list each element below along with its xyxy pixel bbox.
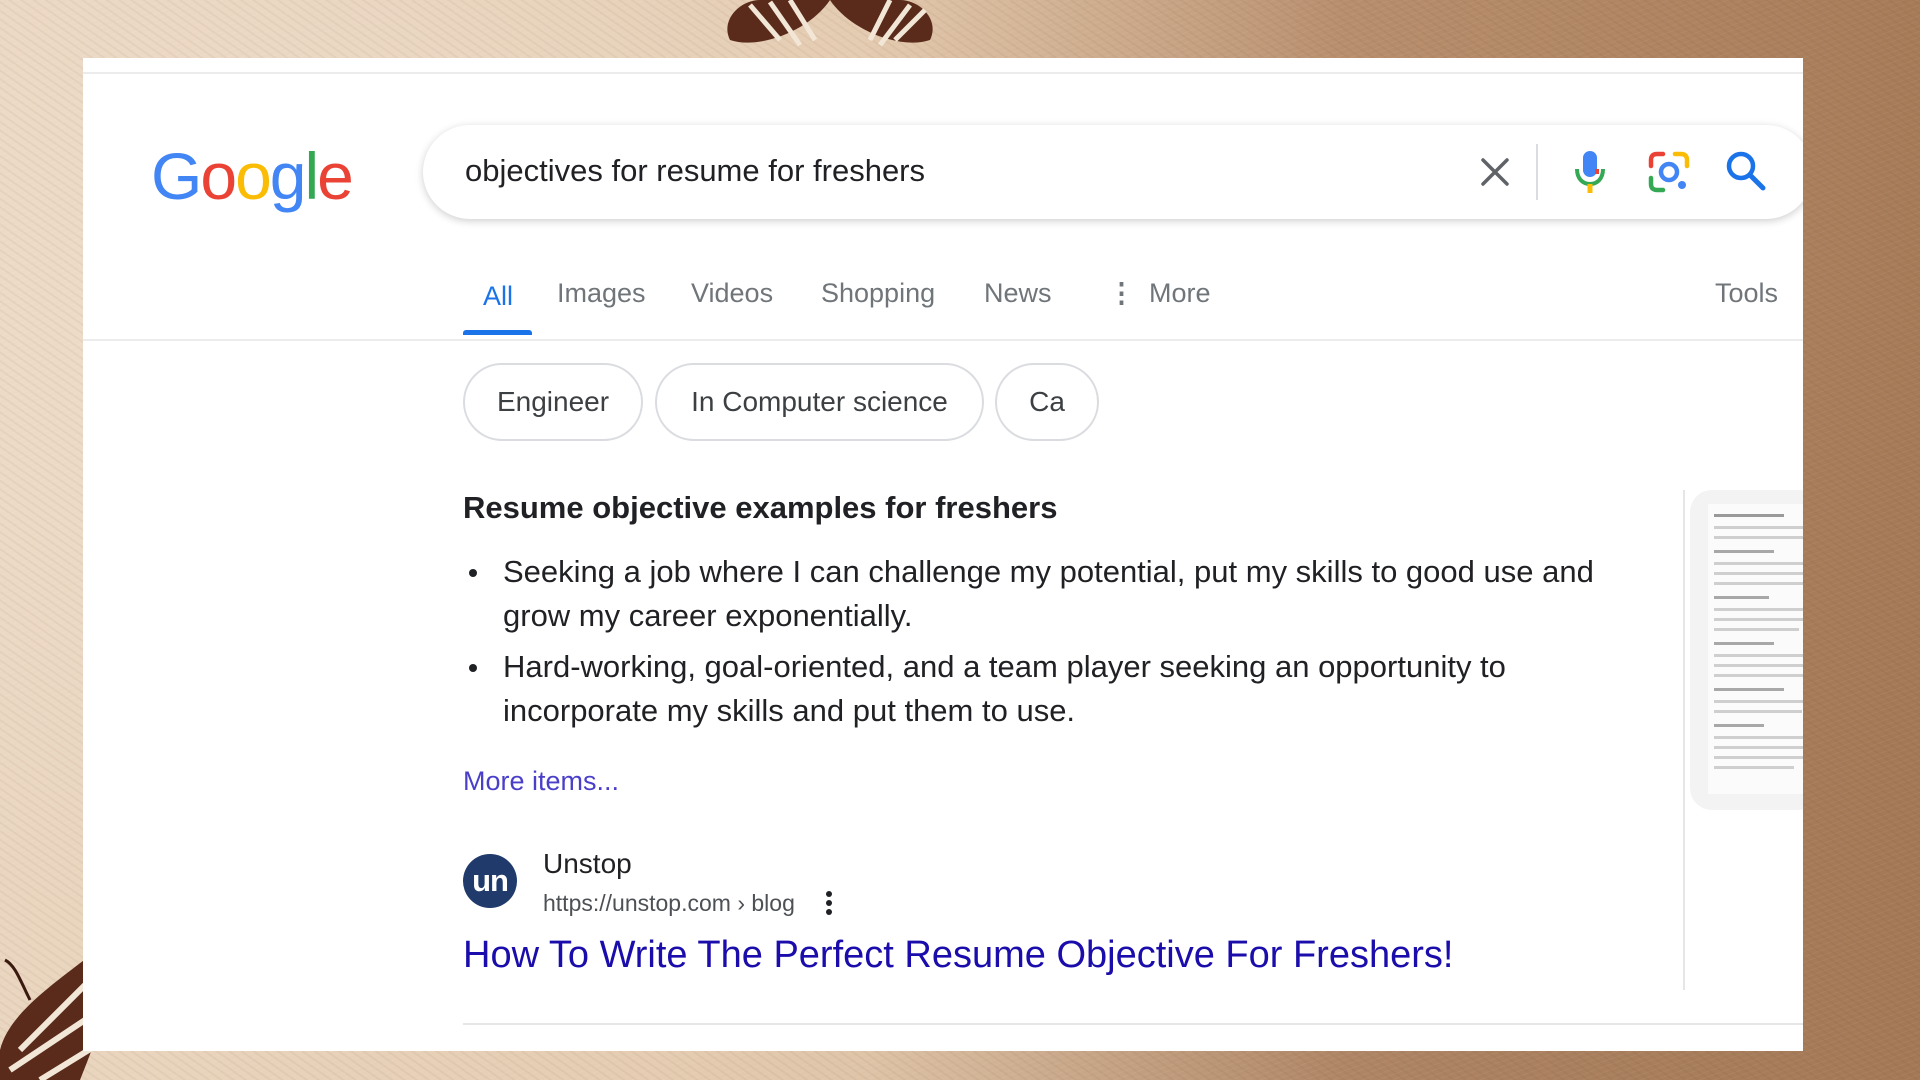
tab-images[interactable]: Images: [557, 278, 646, 309]
thumb-line: [1714, 572, 1803, 575]
chip-ca[interactable]: Ca: [995, 363, 1099, 441]
thumb-line: [1714, 688, 1784, 691]
thumb-line: [1714, 700, 1803, 703]
more-options-icon[interactable]: [823, 889, 835, 917]
thumb-line: [1714, 664, 1803, 667]
list-item: Hard-working, goal-oriented, and a team …: [463, 645, 1663, 733]
logo-letter: l: [304, 139, 320, 213]
logo-letter: o: [200, 139, 237, 213]
thumb-line: [1714, 618, 1803, 621]
featured-snippet-list: Seeking a job where I can challenge my p…: [463, 550, 1663, 740]
thumb-line: [1714, 736, 1803, 739]
list-item: Seeking a job where I can challenge my p…: [463, 550, 1663, 638]
tab-more[interactable]: ⋮ More: [1108, 278, 1211, 309]
tabs-divider: [83, 339, 1803, 341]
chip-in-computer-science[interactable]: In Computer science: [655, 363, 984, 441]
snippet-vertical-divider: [1683, 490, 1685, 990]
thumb-line: [1714, 536, 1803, 539]
thumb-line: [1714, 582, 1803, 585]
tab-more-label: More: [1149, 278, 1211, 308]
microphone-icon[interactable]: [1568, 148, 1612, 196]
resume-thumbnail-image[interactable]: [1690, 490, 1803, 810]
thumb-line: [1714, 746, 1803, 749]
logo-letter: e: [317, 139, 354, 213]
thumb-line: [1714, 514, 1784, 517]
thumb-line: [1714, 596, 1769, 599]
thumb-line: [1714, 550, 1774, 553]
result-site-name[interactable]: Unstop: [543, 848, 632, 880]
logo-letter: G: [151, 139, 202, 213]
active-tab-indicator: [463, 330, 532, 335]
thumb-line: [1714, 608, 1803, 611]
site-favicon[interactable]: un: [463, 854, 517, 908]
chip-engineer[interactable]: Engineer: [463, 363, 643, 441]
vertical-dots-icon: ⋮: [1108, 278, 1135, 308]
logo-letter: o: [235, 139, 272, 213]
logo-letter: g: [269, 139, 307, 213]
resume-document-preview: [1708, 504, 1803, 794]
thumb-line: [1714, 526, 1803, 529]
search-input[interactable]: objectives for resume for freshers: [465, 153, 925, 189]
google-lens-icon[interactable]: [1645, 148, 1693, 196]
thumb-line: [1714, 724, 1764, 727]
thumb-line: [1714, 562, 1803, 565]
butterfly-top-decoration: [727, 0, 933, 47]
more-items-link[interactable]: More items...: [463, 766, 619, 797]
thumb-line: [1714, 766, 1794, 769]
screenshot-panel: Google objectives for resume for fresher…: [83, 58, 1803, 1051]
tab-news[interactable]: News: [984, 278, 1052, 309]
tab-shopping[interactable]: Shopping: [821, 278, 935, 309]
thumb-line: [1714, 628, 1799, 631]
thumb-line: [1714, 642, 1774, 645]
tab-all[interactable]: All: [483, 281, 513, 312]
close-icon[interactable]: [1475, 152, 1515, 192]
result-title-link[interactable]: How To Write The Perfect Resume Objectiv…: [463, 934, 1453, 977]
google-logo[interactable]: Google: [151, 138, 354, 214]
search-bar-divider: [1536, 144, 1538, 200]
tools-button[interactable]: Tools: [1715, 278, 1778, 309]
search-icon[interactable]: [1723, 148, 1769, 194]
search-bar[interactable]: objectives for resume for freshers: [423, 125, 1803, 219]
thumb-line: [1714, 674, 1803, 677]
tab-videos[interactable]: Videos: [691, 278, 773, 309]
thumb-line: [1714, 756, 1803, 759]
featured-snippet-title: Resume objective examples for freshers: [463, 490, 1058, 525]
thumb-line: [1714, 710, 1802, 713]
top-divider: [83, 72, 1803, 74]
result-url[interactable]: https://unstop.com › blog: [543, 890, 795, 917]
thumb-line: [1714, 654, 1803, 657]
result-divider: [463, 1023, 1803, 1025]
